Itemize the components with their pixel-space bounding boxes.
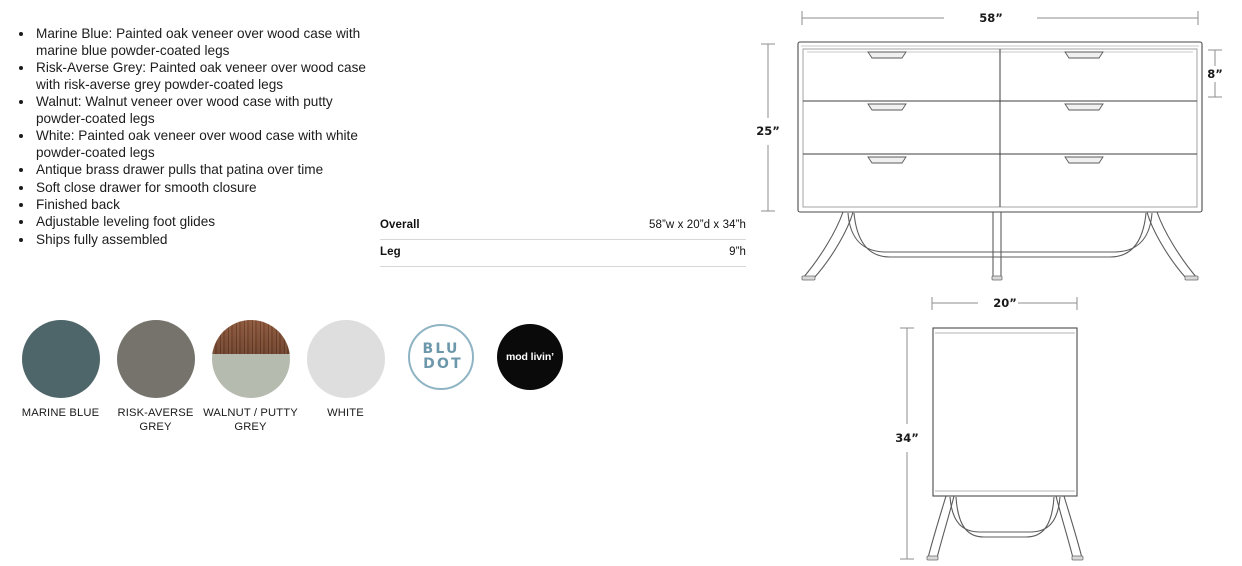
drawer-pull	[867, 51, 907, 59]
drawer-height-label: 8”	[1207, 67, 1223, 81]
blu-dot-logo[interactable]: BLU DOT	[408, 324, 474, 390]
blu-dot-line-2: DOT	[423, 356, 463, 372]
front-height-label: 25”	[756, 124, 780, 138]
list-item: Soft close drawer for smooth closure	[34, 180, 382, 197]
table-row: Leg 9”h	[380, 240, 746, 267]
side-depth-label: 20”	[993, 296, 1017, 310]
swatch-label: WHITE	[327, 407, 364, 419]
list-item: White: Painted oak veneer over wood case…	[34, 128, 382, 162]
blu-dot-line-1: BLU	[422, 341, 460, 357]
side-leg-base	[927, 495, 1083, 559]
foot-glides	[801, 275, 1199, 281]
list-item: Finished back	[34, 197, 382, 214]
swatch-color-disc[interactable]	[211, 320, 290, 398]
swatch-walnut-putty-grey[interactable]: WALNUT / PUTTY GREY	[203, 320, 298, 434]
dimension-value: 58”w x 20”d x 34”h	[648, 219, 746, 231]
swatch-color-disc[interactable]	[306, 320, 385, 398]
drawer-pull	[1064, 156, 1104, 164]
swatch-label: MARINE BLUE	[21, 407, 100, 419]
brand-logos: BLU DOT mod livin’	[408, 324, 563, 390]
dimension-label: Overall	[380, 219, 420, 231]
technical-drawings: 58” 25” 8” 20” 34”	[740, 0, 1242, 566]
mod-livin-logo[interactable]: mod livin’	[497, 324, 563, 390]
list-item: Ships fully assembled	[34, 232, 382, 249]
mod-livin-text: mod livin’	[505, 351, 554, 363]
drawer-pull	[867, 156, 907, 164]
front-elevation-drawing: 58” 25” 8”	[756, 11, 1223, 281]
table-row: Overall 58”w x 20”d x 34”h	[380, 213, 746, 240]
drawer-pull	[1064, 103, 1104, 111]
swatch-risk-averse-grey[interactable]: RISK-AVERSE GREY	[108, 320, 203, 434]
putty-grey-half	[211, 353, 290, 398]
features-list: Marine Blue: Painted oak veneer over woo…	[14, 26, 382, 249]
dimension-label: Leg	[380, 246, 401, 258]
swatch-marine-blue[interactable]: MARINE BLUE	[13, 320, 108, 434]
list-item: Walnut: Walnut veneer over wood case wit…	[34, 94, 382, 128]
color-swatch-group: MARINE BLUE RISK-AVERSE GREY WALNUT / PU…	[13, 320, 393, 434]
swatch-white[interactable]: WHITE	[298, 320, 393, 434]
leg-base	[802, 211, 1198, 279]
swatch-color-disc[interactable]	[21, 320, 100, 398]
dimensions-table: Overall 58”w x 20”d x 34”h Leg 9”h	[380, 213, 746, 267]
drawer-pull	[1064, 51, 1104, 59]
side-height-label: 34”	[895, 431, 919, 445]
drawer-pull	[867, 103, 907, 111]
side-foot-glides	[926, 555, 1084, 561]
swatch-label: WALNUT / PUTTY GREY	[203, 407, 298, 433]
list-item: Adjustable leveling foot glides	[34, 214, 382, 231]
swatch-color-disc[interactable]	[116, 320, 195, 398]
side-elevation-drawing: 20” 34”	[895, 296, 1084, 561]
features-bullet-list: Marine Blue: Painted oak veneer over woo…	[14, 26, 382, 248]
dresser-side-case	[932, 327, 1078, 497]
front-width-label: 58”	[979, 11, 1003, 25]
list-item: Marine Blue: Painted oak veneer over woo…	[34, 26, 382, 60]
list-item: Risk-Averse Grey: Painted oak veneer ove…	[34, 60, 382, 94]
swatch-label: RISK-AVERSE GREY	[117, 407, 194, 433]
list-item: Antique brass drawer pulls that patina o…	[34, 162, 382, 179]
walnut-wood-grain	[211, 320, 290, 354]
